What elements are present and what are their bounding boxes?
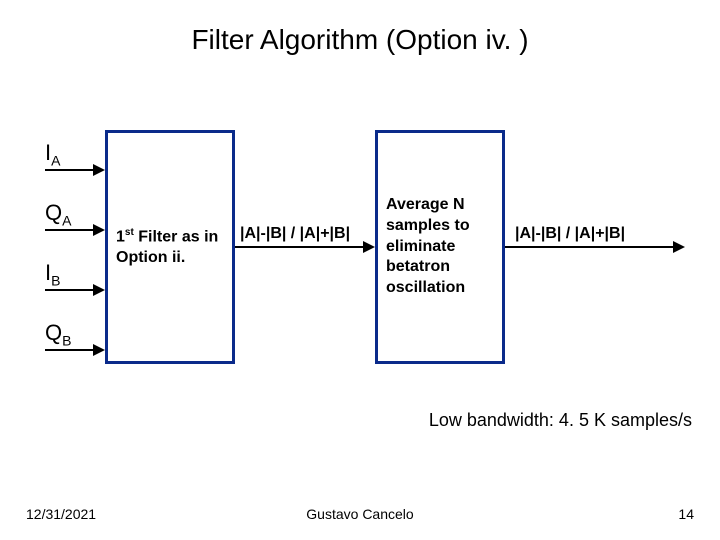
input-qb-sub: B <box>62 332 71 348</box>
input-ia-sub: A <box>51 152 60 168</box>
input-ib: IB <box>45 260 60 288</box>
input-qa: QA <box>45 200 71 228</box>
bandwidth-note: Low bandwidth: 4. 5 K samples/s <box>429 410 692 431</box>
footer-page-number: 14 <box>678 506 694 522</box>
block-average: Average N samples to eliminate betatron … <box>375 130 505 364</box>
input-qa-letter: Q <box>45 200 62 225</box>
input-ia: IA <box>45 140 60 168</box>
block-diagram: IA QA IB QB 1st Filter as in Option ii. … <box>45 130 685 380</box>
input-qb-letter: Q <box>45 320 62 345</box>
block-filter-1: 1st Filter as in Option ii. <box>105 130 235 364</box>
input-ib-sub: B <box>51 272 60 288</box>
box1-sup: st <box>125 227 134 238</box>
footer-author: Gustavo Cancelo <box>0 506 720 522</box>
box1-first-num: 1 <box>116 228 125 245</box>
box2-text: Average N samples to eliminate betatron … <box>386 195 494 299</box>
input-qb: QB <box>45 320 71 348</box>
mid-signal-label: |A|-|B| / |A|+|B| <box>240 225 350 243</box>
output-signal-label: |A|-|B| / |A|+|B| <box>515 225 625 243</box>
slide-title: Filter Algorithm (Option iv. ) <box>0 0 720 56</box>
input-qa-sub: A <box>62 212 71 228</box>
